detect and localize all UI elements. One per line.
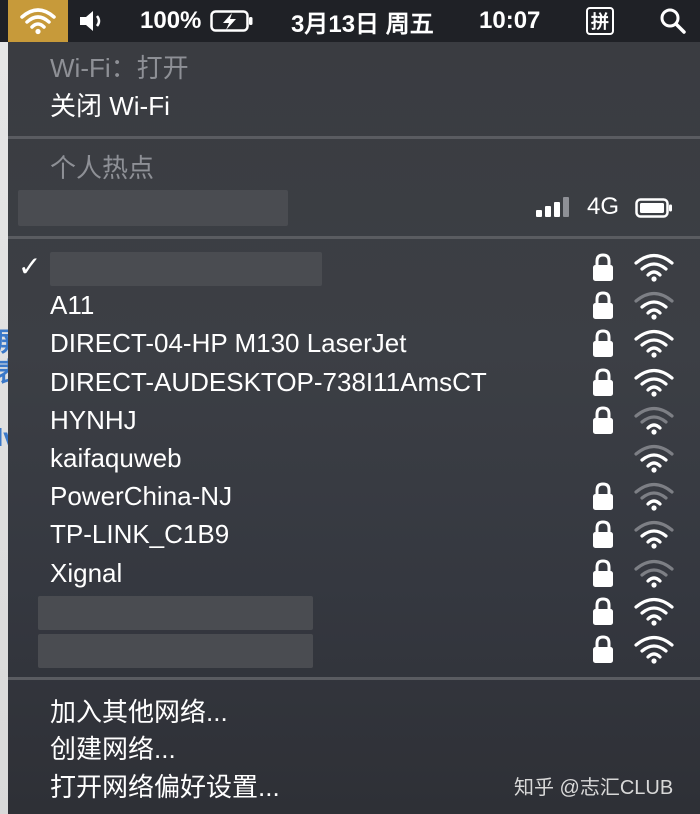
wifi-signal-icon (634, 521, 674, 549)
lock-icon (593, 291, 613, 320)
volume-menu-item[interactable] (78, 0, 106, 42)
lock-indicator (592, 406, 614, 436)
network-item[interactable] (8, 632, 700, 668)
lock-indicator (592, 253, 614, 283)
redacted-device-name (18, 190, 288, 226)
network-item[interactable]: ✓ (8, 250, 700, 286)
lock-icon (593, 635, 613, 663)
separator (8, 136, 700, 139)
network-name: HYNHJ (50, 404, 137, 435)
wifi-icon (20, 8, 56, 35)
redacted-network-name (38, 634, 313, 668)
hotspot-title: 个人热点 (50, 153, 155, 183)
speaker-icon (80, 11, 101, 31)
wifi-signal-indicator (633, 558, 675, 590)
open-network-preferences-item[interactable]: 打开网络偏好设置... (50, 770, 280, 804)
lock-indicator (592, 329, 614, 359)
network-name: Xignal (50, 557, 123, 588)
cellular-signal-icon (536, 197, 569, 217)
lock-indicator (592, 559, 614, 589)
lock-icon (593, 368, 613, 396)
wifi-signal-indicator (633, 290, 675, 322)
wifi-signal-icon (634, 406, 674, 435)
checkmark-icon: ✓ (18, 251, 42, 282)
wifi-signal-indicator (633, 367, 675, 399)
network-item[interactable] (8, 594, 700, 630)
wifi-signal-icon (634, 635, 674, 664)
wifi-signal-indicator (633, 405, 675, 437)
network-item[interactable]: TP-LINK_C1B9 (8, 517, 700, 553)
toggle-wifi-label: 关闭 Wi-Fi (50, 91, 170, 121)
network-name: DIRECT-AUDESKTOP-738I11AmsCT (50, 366, 487, 397)
lock-icon (593, 406, 613, 434)
input-method-menu[interactable]: 拼 (586, 0, 614, 42)
wifi-signal-icon (634, 253, 674, 282)
menubar-time[interactable]: 10:07 (479, 0, 540, 42)
spotlight-button[interactable] (659, 0, 687, 42)
wifi-signal-icon (634, 292, 674, 320)
wifi-signal-indicator (633, 252, 675, 284)
network-name: PowerChina-NJ (50, 481, 233, 512)
lock-indicator (592, 520, 614, 550)
wifi-signal-icon (634, 444, 674, 473)
wifi-signal-indicator (633, 596, 675, 628)
network-item[interactable]: DIRECT-AUDESKTOP-738I11AmsCT (8, 365, 700, 401)
battery-full-icon (635, 198, 672, 218)
battery-percent: 100% (140, 7, 202, 34)
redacted-network-name (38, 595, 313, 630)
network-name: DIRECT-04-HP M130 LaserJet (50, 328, 407, 359)
wifi-signal-icon (634, 559, 674, 588)
network-item[interactable]: A11 (8, 288, 700, 324)
network-item[interactable]: kaifaquweb (8, 441, 700, 477)
wifi-dropdown-menu: Wi-Fi：打开 关闭 Wi-Fi 个人热点 4G ✓ A11 DIRECT-04-… (8, 42, 700, 814)
wifi-signal-icon (634, 483, 674, 511)
wifi-signal-indicator (633, 328, 675, 360)
network-item[interactable]: Xignal (8, 556, 700, 592)
battery-menu-item[interactable] (210, 0, 254, 42)
network-item[interactable]: DIRECT-04-HP M130 LaserJet (8, 326, 700, 362)
watermark-text: 知乎 @志汇CLUB (514, 777, 674, 799)
wifi-menu-button[interactable] (8, 0, 68, 42)
menubar-date[interactable]: 3月13日 周五 (291, 0, 434, 42)
battery-charging-icon (210, 10, 253, 32)
lock-indicator (592, 482, 614, 512)
lock-indicator (592, 368, 614, 398)
wifi-signal-indicator (633, 519, 675, 551)
menu-bar: 100% 3月13日 周五 10:07 拼 (0, 0, 700, 42)
lock-icon (593, 520, 613, 549)
lock-indicator (592, 291, 614, 321)
network-item[interactable]: HYNHJ (8, 403, 700, 439)
search-icon (660, 8, 686, 34)
redacted-network-name (50, 252, 322, 286)
lock-indicator (592, 635, 614, 665)
hotspot-network-type: 4G (587, 193, 620, 220)
lock-icon (593, 253, 613, 281)
wifi-signal-indicator (633, 481, 675, 513)
network-name: kaifaquweb (50, 443, 182, 473)
lock-indicator (592, 597, 614, 627)
wifi-signal-icon (634, 368, 674, 397)
hotspot-device-item[interactable]: 4G (8, 190, 700, 226)
wifi-signal-icon (634, 597, 674, 626)
network-item[interactable]: PowerChina-NJ (8, 479, 700, 515)
join-other-network-item[interactable]: 加入其他网络... (50, 695, 228, 729)
wifi-signal-indicator (633, 443, 675, 475)
wifi-signal-indicator (633, 634, 675, 666)
lock-icon (593, 597, 613, 625)
network-name: A11 (50, 290, 95, 321)
create-network-item[interactable]: 创建网络... (50, 732, 176, 766)
separator (8, 236, 700, 239)
lock-icon (593, 559, 613, 587)
lock-icon (593, 482, 613, 511)
separator (8, 677, 700, 680)
lock-icon (593, 329, 613, 358)
wifi-signal-icon (634, 330, 674, 358)
wifi-status-text: Wi-Fi：打开 (50, 53, 189, 83)
network-name: TP-LINK_C1B9 (50, 519, 230, 550)
input-method-label: 拼 (586, 7, 614, 35)
background-window-edge: 屏 表 Iv (0, 42, 22, 814)
